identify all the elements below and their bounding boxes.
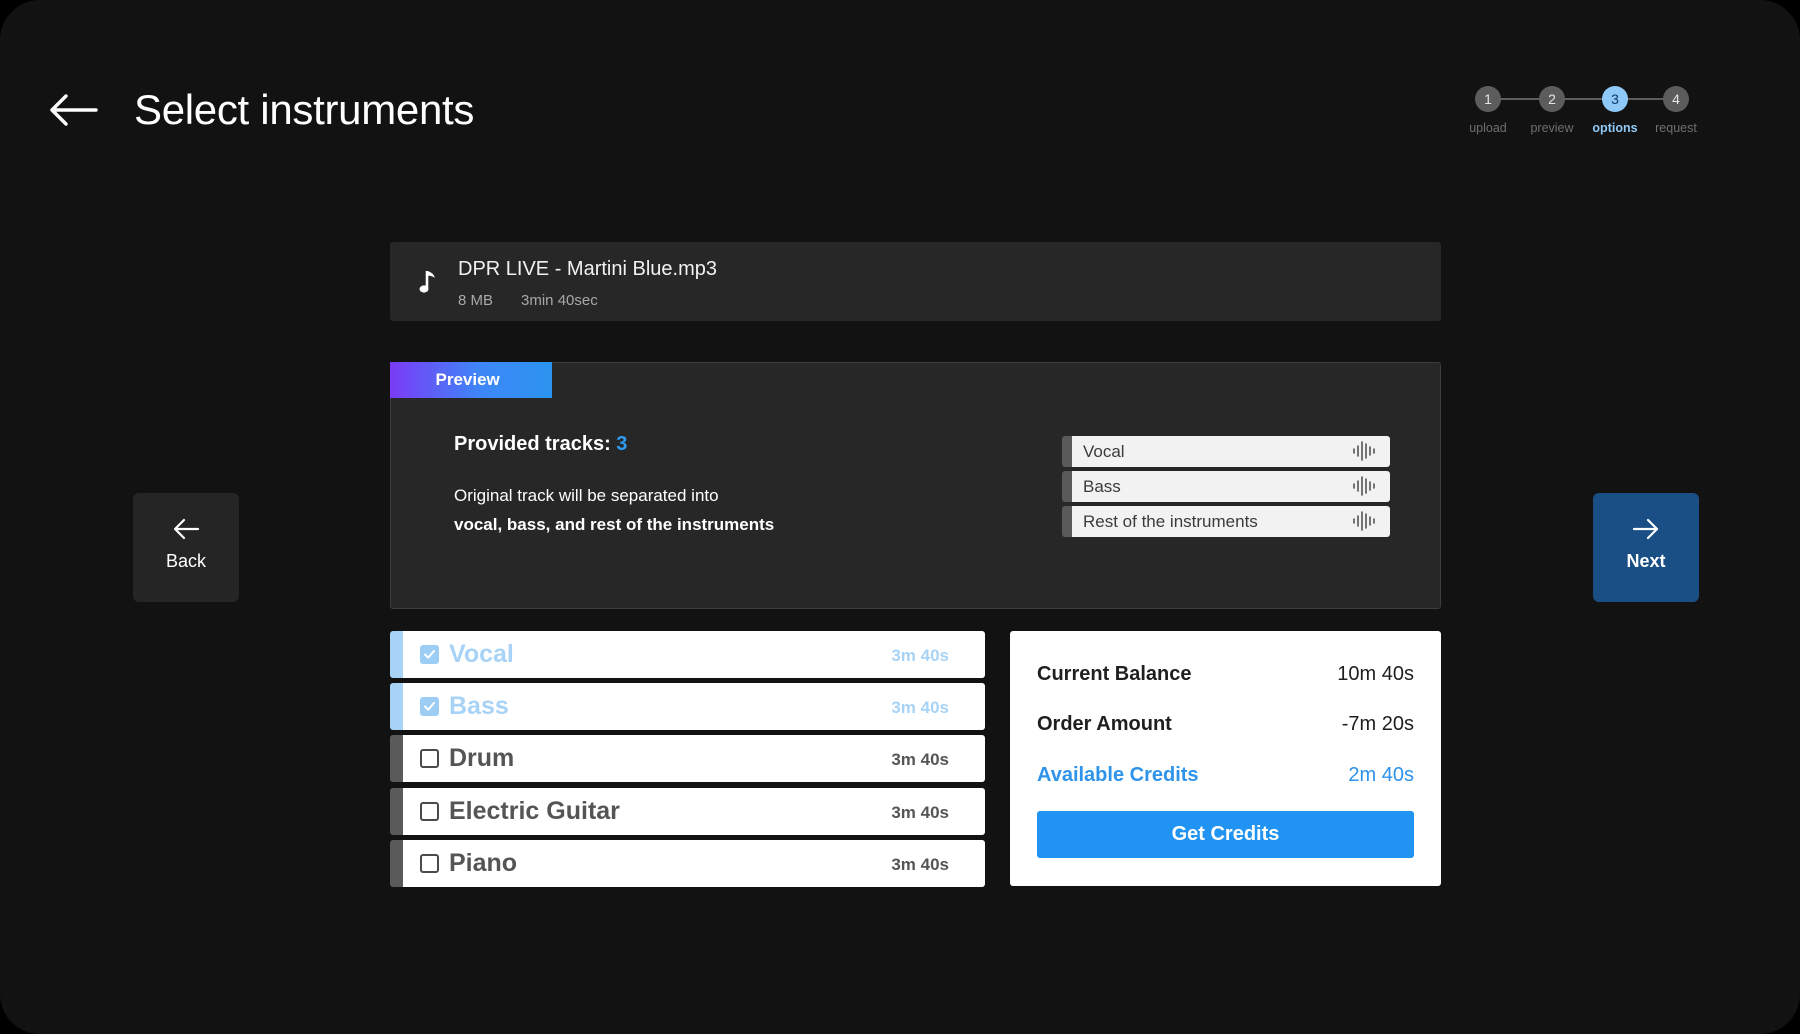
checkbox[interactable]	[420, 853, 439, 873]
provided-tracks-count: 3	[616, 433, 628, 455]
order-amount-row: Order Amount -7m 20s	[1037, 713, 1414, 739]
instrument-name: Vocal	[449, 640, 514, 668]
music-note-icon	[419, 271, 435, 293]
instrument-name: Electric Guitar	[449, 796, 620, 825]
checkbox[interactable]	[420, 749, 439, 769]
file-card: DPR LIVE - Martini Blue.mp3 8 MB 3min 40s…	[390, 242, 1441, 321]
instrument-name: Drum	[449, 744, 515, 773]
instrument-option-electric-guitar[interactable]: Electric Guitar 3m 40s	[390, 787, 985, 835]
description-emphasis: vocal, bass, and rest of the instruments	[454, 515, 775, 534]
provided-tracks-label: Provided tracks:	[454, 433, 611, 455]
checkmark-icon	[424, 650, 435, 659]
app-screen: Select instruments 1 upload 2 preview 3 …	[0, 0, 1800, 1034]
track-preview-bass[interactable]: Bass	[1062, 471, 1390, 502]
instrument-duration: 3m 40s	[891, 802, 949, 822]
back-button-label: Back	[165, 551, 207, 571]
preview-tab: Preview	[389, 361, 552, 398]
step-label: options	[1592, 121, 1638, 135]
file-name: DPR LIVE - Martini Blue.mp3	[458, 258, 717, 280]
checkbox[interactable]	[420, 801, 439, 821]
current-balance-row: Current Balance 10m 40s	[1037, 663, 1414, 689]
description-line: Original track will be separated into	[454, 486, 719, 505]
instrument-list: Vocal 3m 40s Bass 3m 40s Drum 3m 40s Ele…	[390, 631, 985, 892]
step-number: 1	[1475, 86, 1501, 112]
next-button[interactable]: Next	[1593, 493, 1699, 602]
waveform-icon	[1353, 476, 1375, 496]
step-number: 2	[1539, 86, 1565, 112]
track-preview-rest[interactable]: Rest of the instruments	[1062, 506, 1390, 537]
instrument-option-bass[interactable]: Bass 3m 40s	[390, 683, 985, 731]
instrument-duration: 3m 40s	[891, 854, 949, 874]
available-credits-row: Available Credits 2m 40s	[1037, 764, 1414, 790]
instrument-option-vocal[interactable]: Vocal 3m 40s	[390, 631, 985, 678]
separation-description: Original track will be separated into vo…	[454, 481, 774, 539]
instrument-duration: 3m 40s	[891, 646, 949, 665]
instrument-duration: 3m 40s	[891, 698, 949, 718]
preview-panel: Preview Provided tracks: 3 Original trac…	[389, 361, 1441, 609]
waveform-icon	[1353, 511, 1375, 531]
current-balance-value: 10m 40s	[1337, 663, 1414, 685]
provided-tracks: Provided tracks: 3	[454, 433, 627, 456]
file-duration: 3min 40sec	[521, 292, 598, 309]
track-label: Vocal	[1083, 442, 1125, 461]
waveform-icon	[1353, 441, 1375, 461]
arrow-left-icon	[173, 518, 200, 540]
next-button-label: Next	[1626, 551, 1666, 571]
instrument-option-piano[interactable]: Piano 3m 40s	[390, 839, 985, 887]
back-arrow-icon[interactable]	[48, 92, 98, 128]
track-label: Bass	[1083, 477, 1121, 496]
checkbox[interactable]	[420, 645, 439, 664]
arrow-right-icon	[1632, 518, 1659, 540]
order-amount-value: -7m 20s	[1341, 713, 1414, 735]
balance-panel: Current Balance 10m 40s Order Amount -7m…	[1010, 631, 1441, 886]
step-label: preview	[1530, 121, 1574, 135]
step-request: 4 request	[1644, 86, 1708, 135]
back-button[interactable]: Back	[133, 493, 239, 602]
instrument-option-drum[interactable]: Drum 3m 40s	[390, 735, 985, 783]
step-label: request	[1655, 121, 1697, 135]
file-meta: 8 MB 3min 40sec	[458, 292, 598, 309]
step-number: 3	[1602, 86, 1628, 112]
instrument-name: Piano	[449, 848, 518, 877]
step-number: 4	[1663, 86, 1689, 112]
get-credits-button[interactable]: Get Credits	[1037, 811, 1414, 858]
step-upload: 1 upload	[1456, 86, 1520, 135]
checkbox[interactable]	[420, 697, 439, 717]
checkmark-icon	[424, 702, 435, 711]
step-options: 3 options	[1583, 86, 1647, 135]
instrument-duration: 3m 40s	[891, 750, 949, 770]
track-preview-vocal[interactable]: Vocal	[1062, 436, 1390, 467]
available-credits-label: Available Credits	[1037, 764, 1199, 786]
step-label: upload	[1469, 121, 1507, 135]
track-label: Rest of the instruments	[1083, 512, 1258, 531]
step-preview: 2 preview	[1520, 86, 1584, 135]
available-credits-value: 2m 40s	[1348, 764, 1414, 786]
instrument-name: Bass	[449, 692, 509, 721]
page-title: Select instruments	[134, 86, 475, 133]
order-amount-label: Order Amount	[1037, 713, 1172, 735]
file-size: 8 MB	[458, 292, 494, 309]
progress-stepper: 1 upload 2 preview 3 options 4 request	[1460, 86, 1710, 146]
current-balance-label: Current Balance	[1037, 663, 1192, 685]
